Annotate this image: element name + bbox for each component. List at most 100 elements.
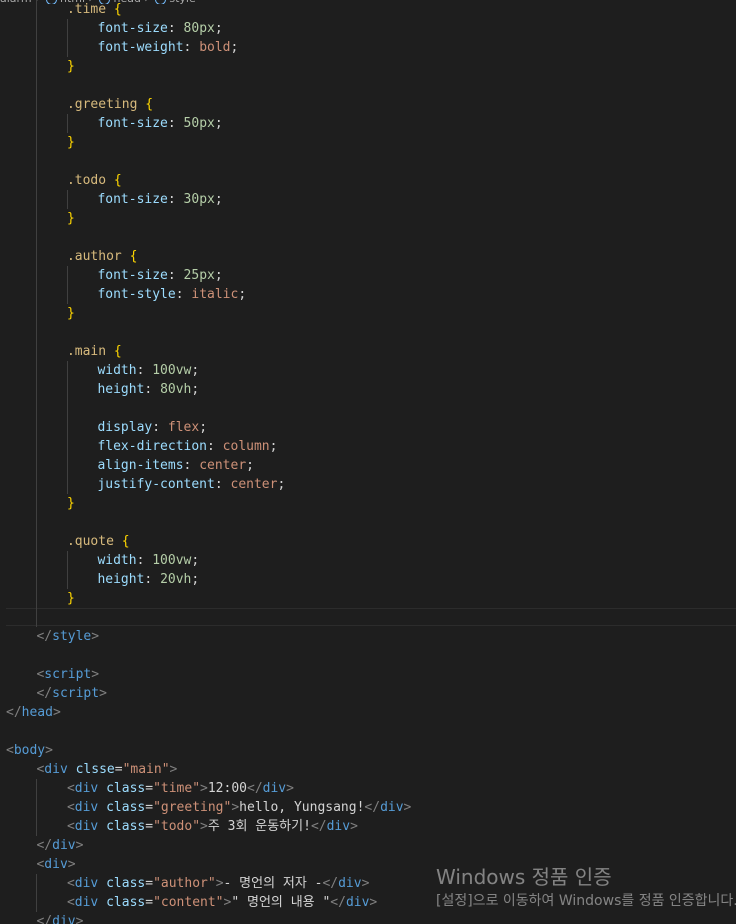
code-line[interactable]: .main {: [0, 342, 736, 361]
code-line[interactable]: <div class="time">12:00</div>: [0, 779, 736, 798]
code-token-prop: display: [97, 420, 153, 435]
code-token-punc: [106, 2, 114, 17]
code-token-tag: style: [52, 629, 92, 644]
code-line[interactable]: font-style: italic;: [0, 285, 736, 304]
code-line[interactable]: <div>: [0, 855, 736, 874]
code-line[interactable]: <div clsse="main">: [0, 760, 736, 779]
code-line-content: <div class="time">12:00</div>: [67, 779, 294, 798]
code-token-tag-bracket: >: [215, 876, 224, 891]
code-line[interactable]: <body>: [0, 741, 736, 760]
code-line[interactable]: flex-direction: column;: [0, 437, 736, 456]
code-token-tag-bracket: <: [66, 895, 75, 910]
code-line[interactable]: </div>: [0, 912, 736, 924]
code-line[interactable]: .greeting {: [0, 95, 736, 114]
code-line[interactable]: [0, 608, 736, 627]
code-line[interactable]: .todo {: [0, 171, 736, 190]
indent-guide: [66, 456, 68, 475]
code-line[interactable]: [0, 152, 736, 171]
code-token-punc: :: [144, 572, 161, 587]
code-token-brace: {: [113, 173, 122, 188]
code-line-content: .author {: [67, 247, 137, 266]
code-line[interactable]: [0, 722, 736, 741]
code-line[interactable]: [0, 76, 736, 95]
code-token-tag-bracket: </: [330, 895, 346, 910]
code-line[interactable]: </head>: [0, 703, 736, 722]
code-line-content: </div>: [36, 912, 83, 924]
code-line[interactable]: height: 20vh;: [0, 570, 736, 589]
code-line[interactable]: }: [0, 133, 736, 152]
code-line[interactable]: </div>: [0, 836, 736, 855]
code-line[interactable]: }: [0, 304, 736, 323]
code-token-str: "todo": [153, 819, 201, 834]
code-line-content: font-size: 25px;: [97, 266, 222, 285]
code-line[interactable]: font-weight: bold;: [0, 38, 736, 57]
code-line[interactable]: .quote {: [0, 532, 736, 551]
code-token-punc: :: [183, 458, 200, 473]
code-line[interactable]: display: flex;: [0, 418, 736, 437]
indent-guide: [36, 190, 38, 209]
code-line[interactable]: width: 100vw;: [0, 551, 736, 570]
code-line[interactable]: <script>: [0, 665, 736, 684]
code-line[interactable]: }: [0, 494, 736, 513]
code-line[interactable]: height: 80vh;: [0, 380, 736, 399]
code-token-punc: :: [183, 40, 200, 55]
indent-guide: [36, 247, 38, 266]
code-line[interactable]: font-size: 25px;: [0, 266, 736, 285]
code-token-tag: div: [380, 800, 404, 815]
code-line[interactable]: }: [0, 57, 736, 76]
code-line-content: .greeting {: [67, 95, 153, 114]
code-line[interactable]: </style>: [0, 627, 736, 646]
code-line[interactable]: .time {: [0, 0, 736, 19]
code-line[interactable]: [0, 228, 736, 247]
code-line-content: }: [67, 494, 75, 513]
code-token-tag-bracket: </: [310, 819, 327, 834]
code-token-tag: div: [74, 819, 99, 834]
code-line[interactable]: [0, 646, 736, 665]
code-editor[interactable]: alarm › html › head › style .time {font-…: [0, 0, 736, 924]
code-token-punc: :: [136, 363, 153, 378]
code-line[interactable]: [0, 513, 736, 532]
code-line[interactable]: .author {: [0, 247, 736, 266]
code-line[interactable]: align-items: center;: [0, 456, 736, 475]
code-line[interactable]: }: [0, 209, 736, 228]
indent-guide: [66, 475, 68, 494]
code-line-content: }: [67, 589, 75, 608]
indent-guide: [36, 228, 38, 247]
code-line[interactable]: font-size: 80px;: [0, 19, 736, 38]
code-line[interactable]: [0, 399, 736, 418]
code-token-kw: center: [230, 477, 278, 492]
code-token-prop: font-weight: [97, 40, 184, 55]
code-line-content: font-size: 30px;: [97, 190, 222, 209]
code-token-brace: {: [113, 344, 122, 359]
code-token-punc: =: [114, 762, 123, 777]
indent-guide: [66, 190, 68, 209]
code-token-num: 100vw: [152, 553, 192, 568]
code-token-punc: [114, 534, 122, 549]
indent-guide: [66, 551, 68, 570]
code-line-content: align-items: center;: [97, 456, 254, 475]
code-line[interactable]: <div class="content">" 명언의 내용 "</div>: [0, 893, 736, 912]
code-token-punc: ;: [191, 572, 200, 587]
code-token-punc: [106, 344, 114, 359]
code-line[interactable]: }: [0, 589, 736, 608]
code-token-str: "author": [153, 876, 216, 891]
code-line[interactable]: justify-content: center;: [0, 475, 736, 494]
indent-guide: [36, 475, 38, 494]
code-line-content: width: 100vw;: [97, 361, 199, 380]
code-line[interactable]: <div class="author">- 명언의 저자 -</div>: [0, 874, 736, 893]
indent-guide: [36, 513, 38, 532]
code-line-content: <div class="content">" 명언의 내용 "</div>: [67, 893, 377, 912]
code-line[interactable]: <div class="todo">주 3회 운동하기!</div>: [0, 817, 736, 836]
indent-guide: [36, 532, 38, 551]
code-token-sel: .greeting: [66, 97, 138, 112]
code-line[interactable]: </script>: [0, 684, 736, 703]
indent-guide: [66, 570, 68, 589]
code-line[interactable]: <div class="greeting">hello, Yungsang!</…: [0, 798, 736, 817]
code-token-str: "content": [153, 895, 224, 910]
code-line[interactable]: font-size: 30px;: [0, 190, 736, 209]
code-line[interactable]: [0, 323, 736, 342]
code-line-content: <script>: [36, 665, 99, 684]
code-area[interactable]: .time {font-size: 80px; font-weight: bold…: [0, 0, 736, 924]
code-line[interactable]: font-size: 50px;: [0, 114, 736, 133]
code-line[interactable]: width: 100vw;: [0, 361, 736, 380]
